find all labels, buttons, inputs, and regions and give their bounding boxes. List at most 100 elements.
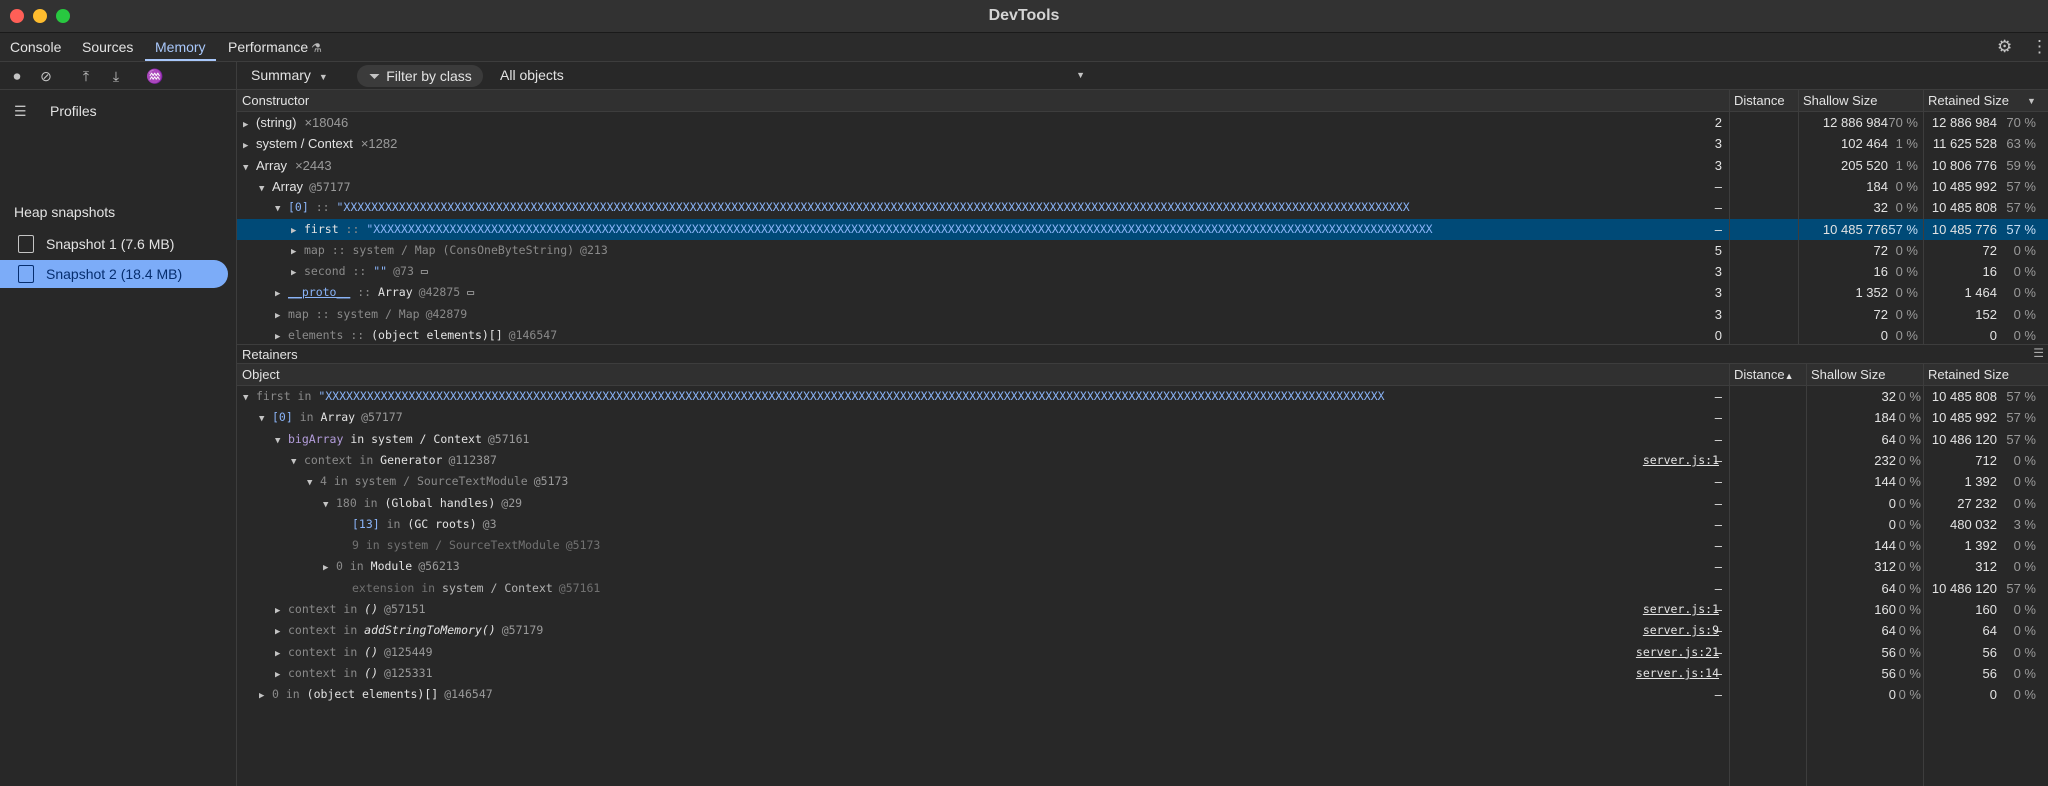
- filter-label: Filter by class: [386, 68, 472, 84]
- objects-select[interactable]: All objects ▼: [500, 67, 1085, 83]
- shallow-size-percent: 0 %: [1898, 665, 1921, 681]
- shallow-size-column-header[interactable]: Shallow Size: [1811, 367, 1885, 382]
- upload-icon[interactable]: ⤒: [76, 66, 96, 86]
- snapshot-item[interactable]: Snapshot 1 (7.6 MB): [0, 230, 228, 258]
- constructor-column-header[interactable]: Constructor: [242, 93, 309, 108]
- expanded-triangle-icon[interactable]: ▼: [259, 409, 272, 430]
- constructor-name: Array: [256, 157, 288, 173]
- constructor-row[interactable]: ▼ Array @57177–184 0 % 10 485 992 57 %: [237, 176, 2048, 197]
- clear-icon[interactable]: ⊘: [36, 66, 56, 86]
- filter-by-class-button[interactable]: ⏷ Filter by class: [357, 65, 483, 87]
- reveal-in-panel-icon[interactable]: ▭: [414, 264, 428, 278]
- retained-size-column-header[interactable]: Retained Size: [1928, 93, 2009, 108]
- constructor-row[interactable]: ▶ map :: system / Map (ConsOneByteString)…: [237, 240, 2048, 261]
- collapsed-triangle-icon[interactable]: ▶: [275, 601, 288, 622]
- collapsed-triangle-icon[interactable]: ▶: [259, 686, 272, 707]
- retainer-row[interactable]: ▶ context in addStringToMemory() @57179 ser…: [237, 620, 2048, 641]
- constructor-name: system / Context: [256, 136, 353, 152]
- expanded-triangle-icon[interactable]: ▼: [275, 199, 288, 220]
- source-link[interactable]: server.js:9: [1643, 620, 1719, 641]
- view-select[interactable]: Summary ▼: [251, 67, 328, 83]
- retainer-row[interactable]: extension in system / Context @57161 – 64 0 …: [237, 578, 2048, 599]
- expanded-triangle-icon[interactable]: ▼: [243, 388, 256, 409]
- separator: in: [278, 687, 307, 702]
- source-link[interactable]: server.js:21: [1636, 642, 1719, 663]
- retained-size-percent: 63 %: [2006, 136, 2036, 152]
- collect-garbage-icon[interactable]: ♒: [145, 66, 165, 86]
- more-options-icon[interactable]: ⋮: [2031, 37, 2048, 57]
- retainer-row[interactable]: ▶ 0 in Module @56213–312 0 % 312 0 %: [237, 556, 2048, 577]
- constructor-row[interactable]: ▼ Array ×2443 3 205 520 1 % 10 806 776 59 %: [237, 155, 2048, 176]
- collapsed-triangle-icon[interactable]: ▶: [275, 644, 288, 665]
- collapsed-triangle-icon[interactable]: ▶: [291, 263, 304, 284]
- object-column-header[interactable]: Object: [242, 367, 280, 382]
- shallow-size-column-header[interactable]: Shallow Size: [1803, 93, 1877, 108]
- constructor-row[interactable]: ▼ [0] :: "XXXXXXXXXXXXXXXXXXXXXXXXXXXXXXX…: [237, 197, 2048, 218]
- distance-column-header[interactable]: Distance▲: [1734, 367, 1794, 382]
- snapshot-item-selected[interactable]: Snapshot 2 (18.4 MB): [0, 260, 228, 288]
- tab-sources[interactable]: Sources: [72, 33, 143, 61]
- record-icon[interactable]: ⏺: [7, 66, 27, 86]
- expanded-triangle-icon[interactable]: ▼: [323, 495, 336, 516]
- retainer-row[interactable]: 9 in system / SourceTextModule @5173–144 0…: [237, 535, 2048, 556]
- constructor-row[interactable]: ▶ (string) ×18046 2 12 886 984 70 % 12 886 984…: [237, 112, 2048, 133]
- property-key: 0: [336, 559, 343, 574]
- retainer-row[interactable]: ▼ context in Generator @112387 server.js:1–…: [237, 450, 2048, 471]
- constructor-row[interactable]: ▶ __proto__ :: Array @42875 ▭ 3 1 352 0 % 1 46…: [237, 282, 2048, 303]
- retainer-row[interactable]: ▶ context in () @57151 server.js:1–160 0 % 16…: [237, 599, 2048, 620]
- collapsed-triangle-icon[interactable]: ▶: [291, 221, 304, 242]
- constructor-row[interactable]: ▶ first :: "XXXXXXXXXXXXXXXXXXXXXXXXXXXXX…: [237, 218, 2048, 242]
- objects-select-value: All objects: [500, 67, 564, 83]
- constructor-row[interactable]: ▶ second :: "" @73 ▭ 3 16 0 % 16 0 %: [237, 261, 2048, 282]
- retainer-row[interactable]: ▼ [0] in Array @57177 – 184 0 % 10 485 992 57 %: [237, 407, 2048, 428]
- retained-size-column-header[interactable]: Retained Size: [1928, 367, 2009, 382]
- profiles-item[interactable]: ☰ Profiles: [14, 98, 97, 124]
- collapsed-triangle-icon[interactable]: ▶: [275, 622, 288, 643]
- tab-memory[interactable]: Memory: [145, 33, 216, 61]
- constructor-row[interactable]: ▶ elements :: (object elements)[] @146547 0…: [237, 325, 2048, 344]
- tab-performance[interactable]: Performance ⚗: [218, 33, 332, 61]
- retainer-row[interactable]: ▼ 4 in system / SourceTextModule @5173 – 144…: [237, 471, 2048, 492]
- source-link[interactable]: server.js:1: [1643, 599, 1719, 620]
- distance-column-header[interactable]: Distance: [1734, 93, 1785, 108]
- tab-console[interactable]: Console: [0, 33, 71, 61]
- gear-icon[interactable]: ⚙: [1997, 37, 2012, 57]
- retained-size-percent: 0 %: [2013, 452, 2036, 468]
- retainer-row[interactable]: ▼ 180 in (Global handles) @29–0 0 % 27 232 0 …: [237, 493, 2048, 514]
- expanded-triangle-icon[interactable]: ▼: [275, 431, 288, 452]
- collapsed-triangle-icon[interactable]: ▶: [323, 558, 336, 579]
- constructor-row[interactable]: ▶ map :: system / Map @42879 3 72 0 % 152 0 %: [237, 304, 2048, 325]
- property-key: context: [288, 665, 337, 680]
- download-icon[interactable]: ⤓: [106, 66, 126, 86]
- distance-value: 3: [1714, 136, 1722, 152]
- retained-size-value: 10 485 992: [1931, 178, 1997, 194]
- reveal-in-panel-icon[interactable]: ▭: [460, 285, 474, 299]
- constructor-row[interactable]: ▶ system / Context ×1282 3 102 464 1 % 11 625 …: [237, 133, 2048, 154]
- collapsed-triangle-icon[interactable]: ▶: [275, 665, 288, 686]
- collapsed-triangle-icon[interactable]: ▶: [275, 327, 288, 344]
- retainer-row[interactable]: ▼ first in "XXXXXXXXXXXXXXXXXXXXXXXXXXXXX…: [237, 386, 2048, 407]
- retained-size-percent: 0 %: [2013, 538, 2036, 554]
- sort-asc-icon: ▲: [1784, 371, 1794, 381]
- property-key: [0]: [288, 200, 309, 215]
- retainer-row[interactable]: [13] in (GC roots) @3 – 0 0 % 480 032 3 %: [237, 514, 2048, 535]
- property-key: map: [304, 242, 325, 257]
- retainer-row[interactable]: ▶ context in () @125331 server.js:14–56 0 % 5…: [237, 663, 2048, 684]
- column-divider: [1798, 90, 1799, 344]
- expanded-triangle-icon[interactable]: ▼: [307, 473, 320, 494]
- source-link[interactable]: server.js:14: [1636, 663, 1719, 684]
- source-link[interactable]: server.js:1: [1643, 450, 1719, 471]
- sort-desc-icon[interactable]: ▼: [2027, 96, 2036, 106]
- sliders-icon: ☰: [14, 103, 27, 119]
- drag-handle-icon[interactable]: ☰: [2033, 346, 2044, 360]
- object-name: Module: [370, 559, 413, 574]
- collapsed-triangle-icon[interactable]: ▶: [275, 284, 288, 305]
- retainer-row[interactable]: ▼ bigArray in system / Context @57161 – 64 0 …: [237, 429, 2048, 450]
- retained-size-value: 11 625 528: [1932, 136, 1997, 152]
- retainer-row[interactable]: ▶ 0 in (object elements)[] @146547–0 0 % 0 0 …: [237, 684, 2048, 705]
- collapsed-triangle-icon[interactable]: ▶: [275, 306, 288, 327]
- object-id: @56213: [418, 559, 460, 574]
- retainer-row[interactable]: ▶ context in () @125449 server.js:21–56 0 % 5…: [237, 642, 2048, 663]
- collapsed-triangle-icon[interactable]: ▶: [291, 242, 304, 263]
- expanded-triangle-icon[interactable]: ▼: [291, 452, 304, 473]
